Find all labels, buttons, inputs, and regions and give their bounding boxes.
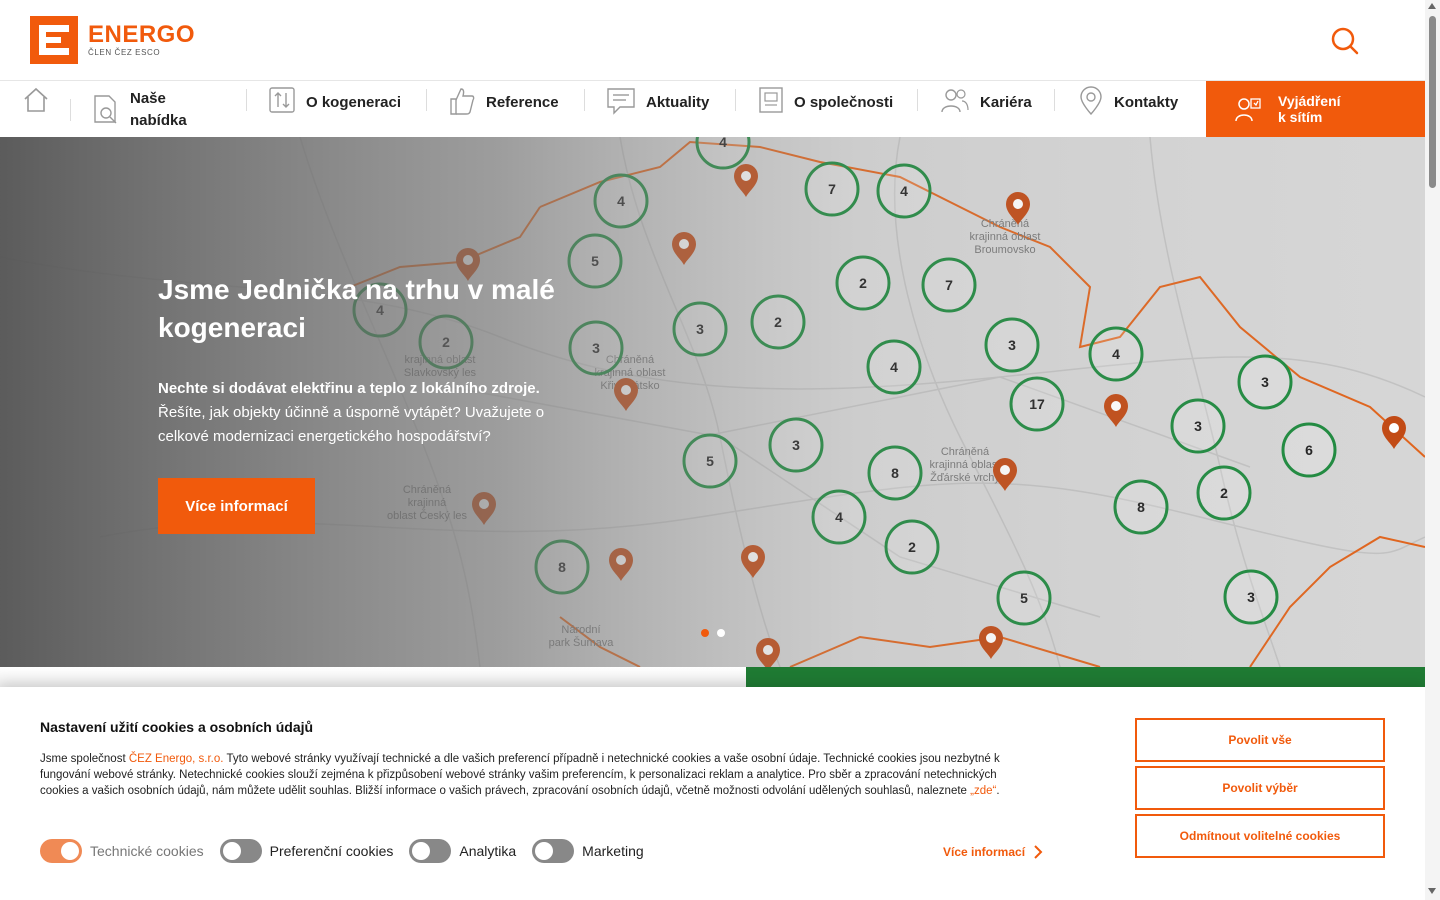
toggle-preference[interactable]: Preferenční cookies [219,839,394,863]
hero-slider: Chráněnákrajinná oblastBroumovsko krajin… [0,137,1425,667]
nav-label: Reference [486,94,559,111]
nav-label: O společnosti [794,94,894,111]
location-pin-icon [1080,86,1102,116]
technical-switch [40,839,82,863]
allow-selection-button[interactable]: Povolit výběr [1135,766,1385,810]
logo-name: ENERGO [88,21,196,48]
hero-lead-text: Řešíte, jak objekty účinně a úsporně vyt… [158,404,545,445]
nav-item-reference[interactable]: Reference [448,81,559,137]
cookie-text: Jsme společnost ČEZ Energo, s.r.o. Tyto … [40,751,1035,799]
site-header: ENERGO ČLEN ČEZ ESCO [0,0,1425,80]
logo-tagline: ČLEN ČEZ ESCO [88,48,161,57]
cta-line-2: k sítím [1278,109,1323,125]
cookie-text-part: Jsme společnost [40,753,129,765]
toggle-technical: Technické cookies [40,839,204,863]
more-info-label: Více informací [943,845,1026,859]
nav-label: O kogeneraci [306,94,402,111]
analytics-switch[interactable] [409,839,452,863]
nav-label: Kontakty [1114,94,1179,111]
nav-item-kariera[interactable]: Kariéra [940,81,1032,137]
allow-all-button[interactable]: Povolit vše [1135,718,1385,762]
toggle-label: Marketing [582,843,644,859]
vyjadreni-k-sitim-button[interactable]: Vyjádření k sítím [1206,81,1425,137]
nav-label: Kariéra [980,94,1032,111]
page-scrollbar[interactable] [1425,0,1440,900]
search-icon [1331,27,1359,55]
content-strip-right [746,667,1425,687]
hero-title: Jsme Jednička na trhu v malé kogeneraci [158,274,555,343]
nav-item-aktuality[interactable]: Aktuality [606,81,709,137]
network-person-icon [1235,98,1261,122]
chat-bubble-icon [607,88,635,115]
company-link[interactable]: ČEZ Energo, s.r.o. [129,753,224,765]
reject-optional-button[interactable]: Odmítnout volitelné cookies [1135,814,1385,858]
home-icon [24,87,48,112]
nav-item-nase-nabidka[interactable]: Naše nabídka [92,81,190,137]
hero-text: Nechte si dodávat elektřinu a teplo z lo… [158,377,578,449]
toggle-marketing[interactable]: Marketing [532,839,644,863]
toggle-label: Technické cookies [90,843,204,859]
nav-label: Naše nabídka [130,90,187,129]
search-button[interactable] [1330,26,1360,56]
nav-item-o-kogeneraci[interactable]: O kogeneraci [268,81,401,137]
cookie-text-part: . [996,785,1000,797]
cookie-toggles: Technické cookies Preferenční cookies An… [40,839,660,863]
nav-item-o-spolecnosti[interactable]: O společnosti [758,81,893,137]
cookie-banner: Nastavení užití cookies a osobních údajů… [0,687,1425,900]
toggle-analytics[interactable]: Analytika [409,839,516,863]
main-navigation: Naše nabídka O kogeneraci Reference Aktu… [0,80,1425,137]
nav-home[interactable] [22,81,50,137]
preference-switch[interactable] [219,839,262,863]
slider-dot-2[interactable] [717,629,725,637]
slider-dot-1[interactable] [701,629,709,637]
energo-logo[interactable]: ENERGO ČLEN ČEZ ESCO [30,16,195,64]
thumbs-up-icon [450,88,475,115]
hero-lead-bold: Nechte si dodávat elektřinu a teplo z lo… [158,380,540,397]
people-icon [941,89,969,113]
nav-label: Aktuality [646,94,710,111]
toggle-label: Preferenční cookies [269,843,394,859]
slider-dots [701,629,725,637]
marketing-switch[interactable] [532,839,575,863]
document-search-icon [94,95,117,124]
chevron-right-icon [1034,845,1043,859]
energo-logo-mark-icon [30,16,78,64]
cta-line-1: Vyjádření [1278,93,1341,109]
nav-item-kontakty[interactable]: Kontakty [1078,81,1178,137]
toggle-label: Analytika [459,843,517,859]
exchange-arrows-icon [269,87,295,113]
hero-more-info-button[interactable]: Více informací [158,478,315,534]
newspaper-icon [759,87,783,113]
scroll-thumb[interactable] [1429,16,1436,188]
cookie-title: Nastavení užití cookies a osobních údajů [40,719,314,735]
scroll-up-arrow-icon[interactable] [1428,3,1436,9]
scroll-down-arrow-icon[interactable] [1428,888,1436,894]
content-strip-left [0,667,746,687]
here-link[interactable]: „zde“ [970,785,996,797]
cookie-more-info-link[interactable]: Více informací [943,845,1045,859]
